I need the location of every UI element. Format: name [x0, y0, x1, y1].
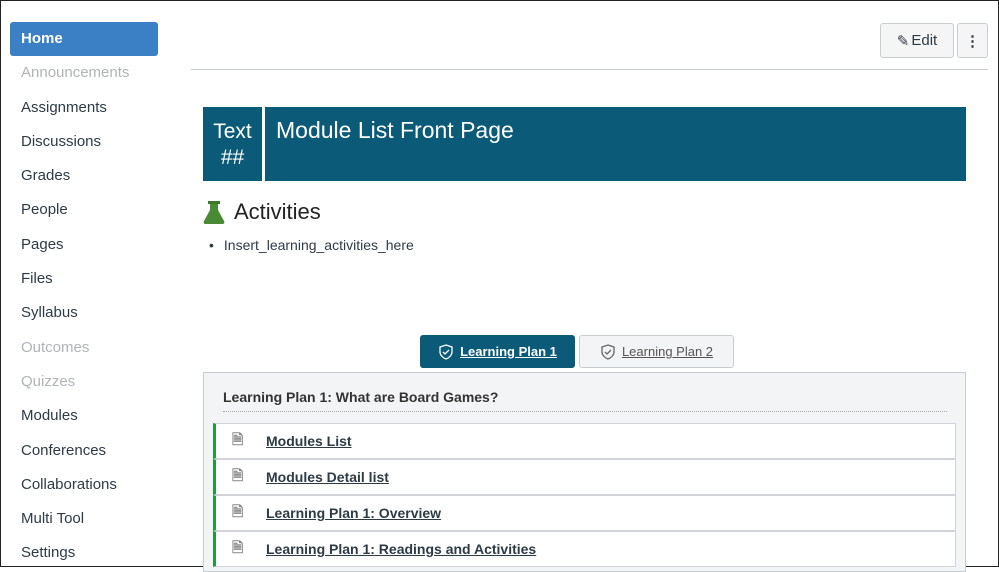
nav-home[interactable]: Home	[10, 22, 158, 57]
nav-quizzes[interactable]: Quizzes	[10, 365, 158, 399]
panel-title: Learning Plan 1: What are Board Games?	[223, 389, 947, 412]
page-banner: Text ## Module List Front Page	[203, 107, 966, 181]
course-nav: Home Announcements Assignments Discussio…	[10, 22, 158, 571]
nav-outcomes[interactable]: Outcomes	[10, 331, 158, 365]
shield-check-icon	[439, 343, 453, 360]
nav-conferences[interactable]: Conferences	[10, 434, 158, 468]
item-link[interactable]: Modules List	[266, 433, 352, 449]
page-icon: 🗎	[232, 467, 244, 483]
page-title: Module List Front Page	[276, 117, 514, 143]
list-item: 🗎 Learning Plan 1: Readings and Activitie…	[213, 531, 956, 567]
list-item: 🗎 Modules Detail list	[213, 459, 956, 495]
nav-discussions[interactable]: Discussions	[10, 125, 158, 159]
nav-announcements[interactable]: Announcements	[10, 56, 158, 90]
nav-settings[interactable]: Settings	[10, 536, 158, 570]
tab-label: Learning Plan 2	[621, 344, 714, 359]
pencil-icon: ✎	[896, 32, 910, 50]
list-item: 🗎 Modules List	[213, 423, 956, 459]
list-item: Insert_learning_activities_here	[209, 237, 414, 253]
list-item: 🗎 Learning Plan 1: Overview	[213, 495, 956, 531]
page-icon: 🗎	[232, 503, 244, 519]
nav-people[interactable]: People	[10, 193, 158, 227]
item-link[interactable]: Learning Plan 1: Readings and Activities	[266, 541, 536, 557]
nav-modules[interactable]: Modules	[10, 399, 158, 433]
tab-label: Learning Plan 1	[460, 344, 557, 359]
item-link[interactable]: Learning Plan 1: Overview	[266, 505, 441, 521]
nav-grades[interactable]: Grades	[10, 159, 158, 193]
activities-heading: Activities	[203, 199, 321, 225]
item-link[interactable]: Modules Detail list	[266, 469, 389, 485]
edit-button[interactable]: ✎ Edit	[880, 23, 954, 58]
page-icon: 🗎	[232, 539, 244, 555]
learning-plan-panel: Learning Plan 1: What are Board Games? 🗎…	[203, 372, 966, 572]
nav-syllabus[interactable]: Syllabus	[10, 296, 158, 330]
nav-collaborations[interactable]: Collaborations	[10, 468, 158, 502]
nav-pages[interactable]: Pages	[10, 228, 158, 262]
nav-multi-tool[interactable]: Multi Tool	[10, 502, 158, 536]
edit-label: Edit	[911, 32, 938, 49]
flask-icon	[203, 201, 225, 224]
divider	[191, 69, 988, 70]
nav-files[interactable]: Files	[10, 262, 158, 296]
tab-learning-plan-2[interactable]: Learning Plan 2	[579, 335, 734, 368]
page-icon: 🗎	[232, 431, 244, 447]
banner-number: Text ##	[203, 107, 265, 181]
tab-learning-plan-1[interactable]: Learning Plan 1	[420, 335, 575, 368]
shield-check-icon	[601, 343, 615, 360]
nav-assignments[interactable]: Assignments	[10, 91, 158, 125]
more-options-button[interactable]: ⋮	[957, 23, 988, 58]
activities-title: Activities	[234, 199, 321, 224]
